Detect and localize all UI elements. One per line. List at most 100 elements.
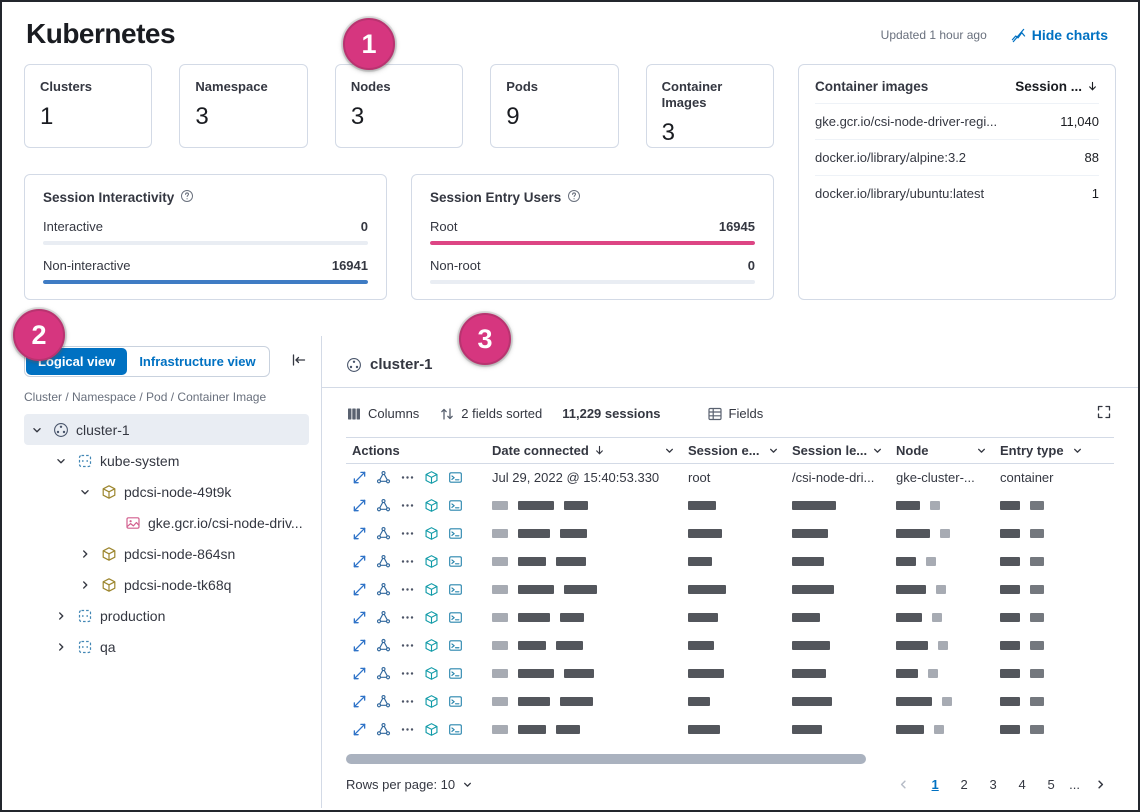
- collapse-panel-icon[interactable]: [289, 350, 309, 373]
- more-actions-icon[interactable]: [396, 635, 418, 657]
- analyze-event-icon[interactable]: [372, 719, 394, 741]
- page-button-1[interactable]: 1: [924, 772, 946, 796]
- terminal-icon[interactable]: [444, 523, 466, 545]
- terminal-icon[interactable]: [444, 719, 466, 741]
- rows-per-page-button[interactable]: Rows per page: 10: [346, 777, 474, 792]
- fields-button[interactable]: Fields: [707, 406, 764, 422]
- analyze-event-icon[interactable]: [372, 607, 394, 629]
- more-actions-icon[interactable]: [396, 467, 418, 489]
- page-button-3[interactable]: 3: [982, 772, 1004, 796]
- container-package-icon[interactable]: [420, 551, 442, 573]
- tree-item-cluster-1[interactable]: cluster-1: [24, 414, 309, 445]
- analyze-event-icon[interactable]: [372, 579, 394, 601]
- chevron-right-icon[interactable]: [54, 640, 70, 654]
- expand-session-icon[interactable]: [348, 467, 370, 489]
- chevron-down-icon[interactable]: [30, 423, 46, 437]
- terminal-icon[interactable]: [444, 551, 466, 573]
- terminal-icon[interactable]: [444, 579, 466, 601]
- column-header-date-connected[interactable]: Date connected: [486, 443, 682, 458]
- column-header-session-le[interactable]: Session le...: [786, 443, 890, 458]
- session-row-redacted[interactable]: [346, 660, 1114, 688]
- session-row-redacted[interactable]: [346, 520, 1114, 548]
- tree-item-gke-gcr-io-csi-node-driv[interactable]: gke.gcr.io/csi-node-driv...: [24, 507, 309, 538]
- tree-item-pdcsi-node-864sn[interactable]: pdcsi-node-864sn: [24, 538, 309, 569]
- infrastructure-view-button[interactable]: Infrastructure view: [127, 348, 267, 375]
- terminal-icon[interactable]: [444, 663, 466, 685]
- next-page-button[interactable]: [1087, 776, 1114, 793]
- session-row-redacted[interactable]: [346, 492, 1114, 520]
- tree-item-pdcsi-node-tk68q[interactable]: pdcsi-node-tk68q: [24, 569, 309, 600]
- container-package-icon[interactable]: [420, 579, 442, 601]
- terminal-icon[interactable]: [444, 607, 466, 629]
- tree-item-production[interactable]: production: [24, 600, 309, 631]
- chevron-down-icon[interactable]: [54, 454, 70, 468]
- columns-button[interactable]: Columns: [346, 406, 419, 422]
- more-actions-icon[interactable]: [396, 607, 418, 629]
- analyze-event-icon[interactable]: [372, 551, 394, 573]
- container-package-icon[interactable]: [420, 495, 442, 517]
- analyze-event-icon[interactable]: [372, 691, 394, 713]
- container-package-icon[interactable]: [420, 691, 442, 713]
- page-button-5[interactable]: 5: [1040, 772, 1062, 796]
- session-row-redacted[interactable]: [346, 548, 1114, 576]
- expand-session-icon[interactable]: [348, 635, 370, 657]
- analyze-event-icon[interactable]: [372, 635, 394, 657]
- column-header-entry-type[interactable]: Entry type: [994, 443, 1090, 458]
- hide-charts-button[interactable]: Hide charts: [1005, 26, 1114, 44]
- prev-page-button[interactable]: [890, 776, 917, 793]
- chevron-down-icon[interactable]: [78, 485, 94, 499]
- chevron-right-icon[interactable]: [78, 547, 94, 561]
- analyze-event-icon[interactable]: [372, 523, 394, 545]
- more-actions-icon[interactable]: [396, 691, 418, 713]
- question-circle-icon[interactable]: [180, 189, 194, 206]
- container-package-icon[interactable]: [420, 719, 442, 741]
- page-button-4[interactable]: 4: [1011, 772, 1033, 796]
- scrollbar-thumb[interactable]: [346, 754, 866, 764]
- horizontal-scrollbar[interactable]: [346, 754, 1114, 762]
- analyze-event-icon[interactable]: [372, 663, 394, 685]
- session-row-redacted[interactable]: [346, 688, 1114, 716]
- terminal-icon[interactable]: [444, 691, 466, 713]
- more-actions-icon[interactable]: [396, 523, 418, 545]
- session-row-redacted[interactable]: [346, 716, 1114, 744]
- session-count-sort-button[interactable]: Session ...: [1015, 79, 1099, 94]
- sorted-fields-button[interactable]: 2 fields sorted: [439, 406, 542, 422]
- expand-session-icon[interactable]: [348, 523, 370, 545]
- session-row-redacted[interactable]: [346, 604, 1114, 632]
- expand-session-icon[interactable]: [348, 495, 370, 517]
- expand-session-icon[interactable]: [348, 719, 370, 741]
- chevron-right-icon[interactable]: [78, 578, 94, 592]
- column-header-session-e[interactable]: Session e...: [682, 443, 786, 458]
- expand-session-icon[interactable]: [348, 691, 370, 713]
- expand-session-icon[interactable]: [348, 579, 370, 601]
- tree-item-qa[interactable]: qa: [24, 631, 309, 662]
- fullscreen-icon[interactable]: [1094, 402, 1114, 425]
- tree-item-pdcsi-node-49t9k[interactable]: pdcsi-node-49t9k: [24, 476, 309, 507]
- more-actions-icon[interactable]: [396, 719, 418, 741]
- expand-session-icon[interactable]: [348, 663, 370, 685]
- container-package-icon[interactable]: [420, 663, 442, 685]
- more-actions-icon[interactable]: [396, 495, 418, 517]
- column-header-node[interactable]: Node: [890, 443, 994, 458]
- expand-session-icon[interactable]: [348, 607, 370, 629]
- session-row[interactable]: Jul 29, 2022 @ 15:40:53.330root/csi-node…: [346, 464, 1114, 492]
- terminal-icon[interactable]: [444, 467, 466, 489]
- question-circle-icon[interactable]: [567, 189, 581, 206]
- session-row-redacted[interactable]: [346, 576, 1114, 604]
- container-package-icon[interactable]: [420, 467, 442, 489]
- analyze-event-icon[interactable]: [372, 467, 394, 489]
- container-package-icon[interactable]: [420, 607, 442, 629]
- more-actions-icon[interactable]: [396, 663, 418, 685]
- more-actions-icon[interactable]: [396, 551, 418, 573]
- container-package-icon[interactable]: [420, 635, 442, 657]
- container-package-icon[interactable]: [420, 523, 442, 545]
- terminal-icon[interactable]: [444, 495, 466, 517]
- expand-session-icon[interactable]: [348, 551, 370, 573]
- page-button-2[interactable]: 2: [953, 772, 975, 796]
- analyze-event-icon[interactable]: [372, 495, 394, 517]
- tree-item-kube-system[interactable]: kube-system: [24, 445, 309, 476]
- more-actions-icon[interactable]: [396, 579, 418, 601]
- chevron-right-icon[interactable]: [54, 609, 70, 623]
- session-row-redacted[interactable]: [346, 632, 1114, 660]
- terminal-icon[interactable]: [444, 635, 466, 657]
